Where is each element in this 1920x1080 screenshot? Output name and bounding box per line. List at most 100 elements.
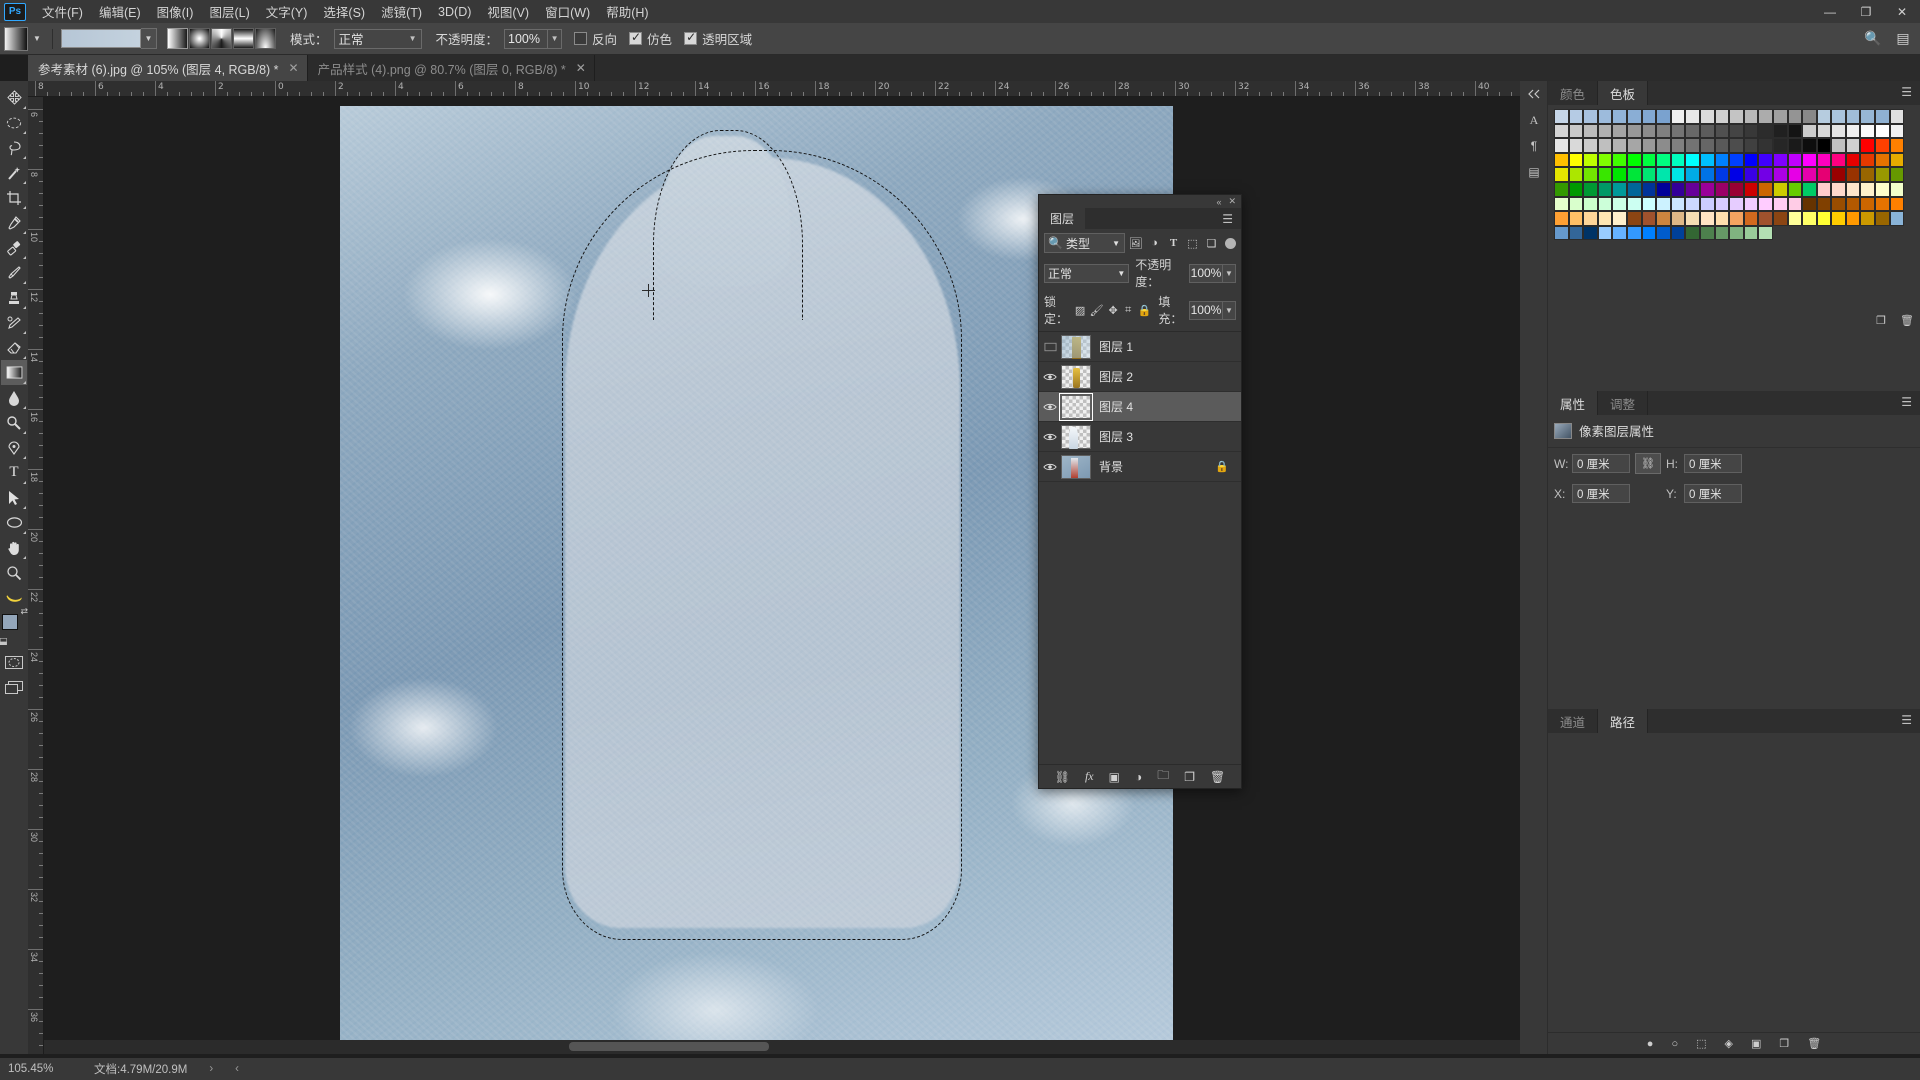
swatch[interactable] [1758, 167, 1773, 182]
layer-thumbnail[interactable] [1059, 392, 1093, 421]
swatch[interactable] [1772, 152, 1788, 168]
swatch[interactable] [1583, 196, 1598, 212]
swatch[interactable] [1597, 109, 1613, 124]
swatch[interactable] [1875, 211, 1890, 226]
swatch[interactable] [1685, 211, 1700, 226]
close-icon[interactable]: ✕ [1228, 196, 1236, 207]
swatch[interactable] [1889, 211, 1905, 226]
swatch[interactable] [1845, 138, 1861, 153]
swatch[interactable] [1860, 181, 1876, 197]
swatch[interactable] [1583, 138, 1598, 153]
dither-checkbox[interactable] [629, 30, 643, 45]
swatch[interactable] [1612, 138, 1627, 153]
swatch[interactable] [1875, 109, 1890, 124]
swatch[interactable] [1612, 211, 1627, 226]
swatch[interactable] [1889, 138, 1905, 153]
swatch[interactable] [1758, 152, 1773, 168]
swatch[interactable] [1758, 109, 1773, 124]
swatch[interactable] [1656, 211, 1671, 226]
swatch[interactable] [1889, 123, 1905, 139]
new-group-icon[interactable]: 🗀 [1157, 766, 1169, 787]
link-layers-icon[interactable]: ⛓ [1055, 770, 1070, 784]
document-tab-2[interactable]: 产品样式 (4).png @ 80.7% (图层 0, RGB/8) * ✕ [307, 55, 595, 81]
panel-menu-icon[interactable]: ☰ [1901, 714, 1912, 726]
menu-help[interactable]: 帮助(H) [598, 0, 656, 24]
swatch[interactable] [1656, 167, 1671, 182]
smartobject-filter-icon[interactable]: ❏ [1203, 234, 1220, 252]
menu-3d[interactable]: 3D(D) [430, 2, 479, 22]
menu-window[interactable]: 窗口(W) [537, 0, 598, 24]
menu-image[interactable]: 图像(I) [149, 0, 202, 24]
swatch[interactable] [1583, 152, 1598, 168]
blend-mode-select[interactable]: 正常 ▼ [333, 28, 422, 49]
chevron-down-icon[interactable]: ▼ [1223, 263, 1236, 283]
swatch[interactable] [1685, 152, 1700, 168]
swatch[interactable] [1583, 123, 1598, 139]
swatch[interactable] [1816, 211, 1832, 226]
swatch[interactable] [1626, 181, 1642, 197]
swatch[interactable] [1597, 181, 1613, 197]
link-wh-icon[interactable]: ⛓ [1635, 453, 1661, 474]
lock-transparency-icon[interactable]: ▨ [1075, 303, 1086, 318]
swatch[interactable] [1772, 109, 1788, 124]
type-tool[interactable]: T [1, 460, 27, 485]
swatch[interactable] [1626, 138, 1642, 153]
swatch[interactable] [1685, 138, 1700, 153]
swatch[interactable] [1743, 109, 1759, 124]
swatch[interactable] [1670, 167, 1686, 182]
swatch[interactable] [1831, 109, 1846, 124]
swatch[interactable] [1612, 225, 1627, 241]
swatch[interactable] [1860, 167, 1876, 182]
new-swatch-icon[interactable]: ❐ [1876, 314, 1886, 327]
swatch[interactable] [1714, 211, 1730, 226]
swatch[interactable] [1641, 123, 1657, 139]
swatch[interactable] [1743, 181, 1759, 197]
swatch[interactable] [1831, 211, 1846, 226]
new-path-icon[interactable]: ❐ [1779, 1037, 1789, 1050]
close-button[interactable]: ✕ [1884, 0, 1920, 23]
rectangular-marquee-tool[interactable] [1, 110, 27, 135]
swatch[interactable] [1699, 138, 1715, 153]
layer-style-fx-icon[interactable]: fx [1085, 769, 1094, 784]
menu-layer[interactable]: 图层(L) [201, 0, 257, 24]
swatch[interactable] [1729, 167, 1744, 182]
layer-blend-mode-select[interactable]: 正常 ▼ [1044, 263, 1130, 283]
swatch[interactable] [1729, 181, 1744, 197]
zoom-tool[interactable] [1, 560, 27, 585]
swatch[interactable] [1656, 123, 1671, 139]
delete-path-icon[interactable]: 🗑 [1807, 1037, 1821, 1050]
swatch[interactable] [1568, 211, 1584, 226]
new-layer-icon[interactable]: ❐ [1184, 770, 1195, 784]
history-brush-tool[interactable] [1, 310, 27, 335]
swatch[interactable] [1626, 225, 1642, 241]
swatch[interactable] [1845, 181, 1861, 197]
swatch[interactable] [1597, 196, 1613, 212]
paragraph-panel-icon[interactable]: ¶ [1520, 133, 1548, 159]
scroll-thumb[interactable] [569, 1042, 769, 1051]
libraries-panel-icon[interactable]: ▤ [1520, 159, 1548, 185]
swatch[interactable] [1743, 196, 1759, 212]
swatch[interactable] [1758, 196, 1773, 212]
swatch[interactable] [1758, 123, 1773, 139]
tool-preset-chevron-icon[interactable]: ▼ [30, 27, 44, 51]
opacity-chevron-icon[interactable]: ▼ [548, 28, 563, 49]
swatch[interactable] [1816, 123, 1832, 139]
swatch[interactable] [1787, 181, 1803, 197]
swatch[interactable] [1787, 211, 1803, 226]
swatch[interactable] [1860, 109, 1876, 124]
swatch[interactable] [1583, 167, 1598, 182]
swatch[interactable] [1626, 109, 1642, 124]
swatch[interactable] [1875, 138, 1890, 153]
swatch[interactable] [1845, 211, 1861, 226]
swatch[interactable] [1802, 138, 1817, 153]
menu-view[interactable]: 视图(V) [479, 0, 537, 24]
swatch[interactable] [1772, 167, 1788, 182]
swatch[interactable] [1612, 181, 1627, 197]
magic-wand-tool[interactable] [1, 160, 27, 185]
gradient-tool-icon[interactable] [4, 26, 28, 51]
move-tool[interactable] [1, 85, 27, 110]
swatch[interactable] [1626, 152, 1642, 168]
swatch[interactable] [1787, 123, 1803, 139]
swatches-grid[interactable] [1554, 109, 1906, 241]
swatch[interactable] [1656, 152, 1671, 168]
